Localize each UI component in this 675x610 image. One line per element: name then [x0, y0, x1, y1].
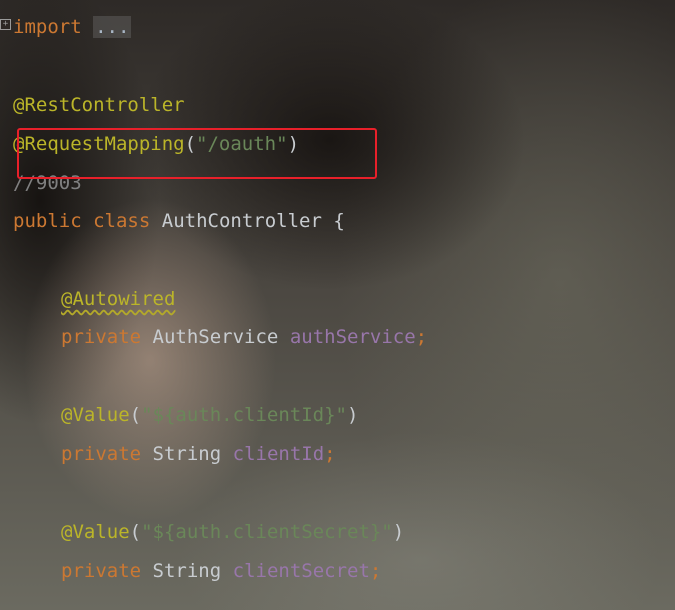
- code-line-client-secret-field[interactable]: private String clientSecret;: [61, 559, 381, 583]
- code-line-class-declaration[interactable]: public class AuthController {: [13, 209, 345, 233]
- code-line-value-client-secret[interactable]: @Value("${auth.clientSecret}"): [61, 520, 404, 544]
- code-editor[interactable]: + import ... @RestController @RequestMap…: [0, 0, 675, 610]
- annotation-warning: @Autowired: [61, 288, 176, 310]
- keyword-private: private: [61, 443, 142, 465]
- keyword: import: [13, 16, 82, 38]
- semicolon: ;: [415, 326, 428, 348]
- code-line-import[interactable]: import ...: [13, 15, 132, 39]
- type-name: String: [152, 560, 222, 582]
- code-line-autowired[interactable]: @Autowired: [61, 287, 175, 311]
- code-line-rest-controller[interactable]: @RestController: [13, 93, 185, 117]
- type-name: AuthService: [152, 326, 279, 348]
- code-line-client-id-field[interactable]: private String clientId;: [61, 442, 336, 466]
- class-name: AuthController: [161, 210, 322, 232]
- keyword-private: private: [61, 326, 142, 348]
- semicolon: ;: [324, 443, 336, 465]
- folded-imports[interactable]: ...: [93, 16, 132, 38]
- string-literal: "${auth.clientId}": [141, 404, 347, 426]
- keyword-class: class: [93, 210, 151, 232]
- code-line-auth-service-field[interactable]: private AuthService authService;: [61, 325, 427, 349]
- annotation: @RestController: [13, 94, 185, 116]
- type-name: String: [152, 443, 222, 465]
- string-literal: "${auth.clientSecret}": [141, 521, 393, 543]
- keyword-private: private: [61, 560, 142, 582]
- field-name: clientId: [232, 443, 325, 465]
- field-name: authService: [289, 326, 416, 348]
- open-brace: {: [333, 210, 345, 232]
- code-line-value-client-id[interactable]: @Value("${auth.clientId}"): [61, 403, 358, 427]
- annotation: @Value: [61, 404, 130, 426]
- paren-open: (: [129, 521, 142, 543]
- fold-plus-icon[interactable]: +: [0, 19, 11, 30]
- annotation: @Value: [61, 521, 130, 543]
- paren-open: (: [129, 404, 142, 426]
- keyword-public: public: [13, 210, 82, 232]
- semicolon: ;: [369, 560, 382, 582]
- paren-close: ): [392, 521, 405, 543]
- red-highlight-box: [17, 128, 377, 179]
- paren-close: ): [347, 404, 359, 426]
- field-name: clientSecret: [232, 560, 370, 582]
